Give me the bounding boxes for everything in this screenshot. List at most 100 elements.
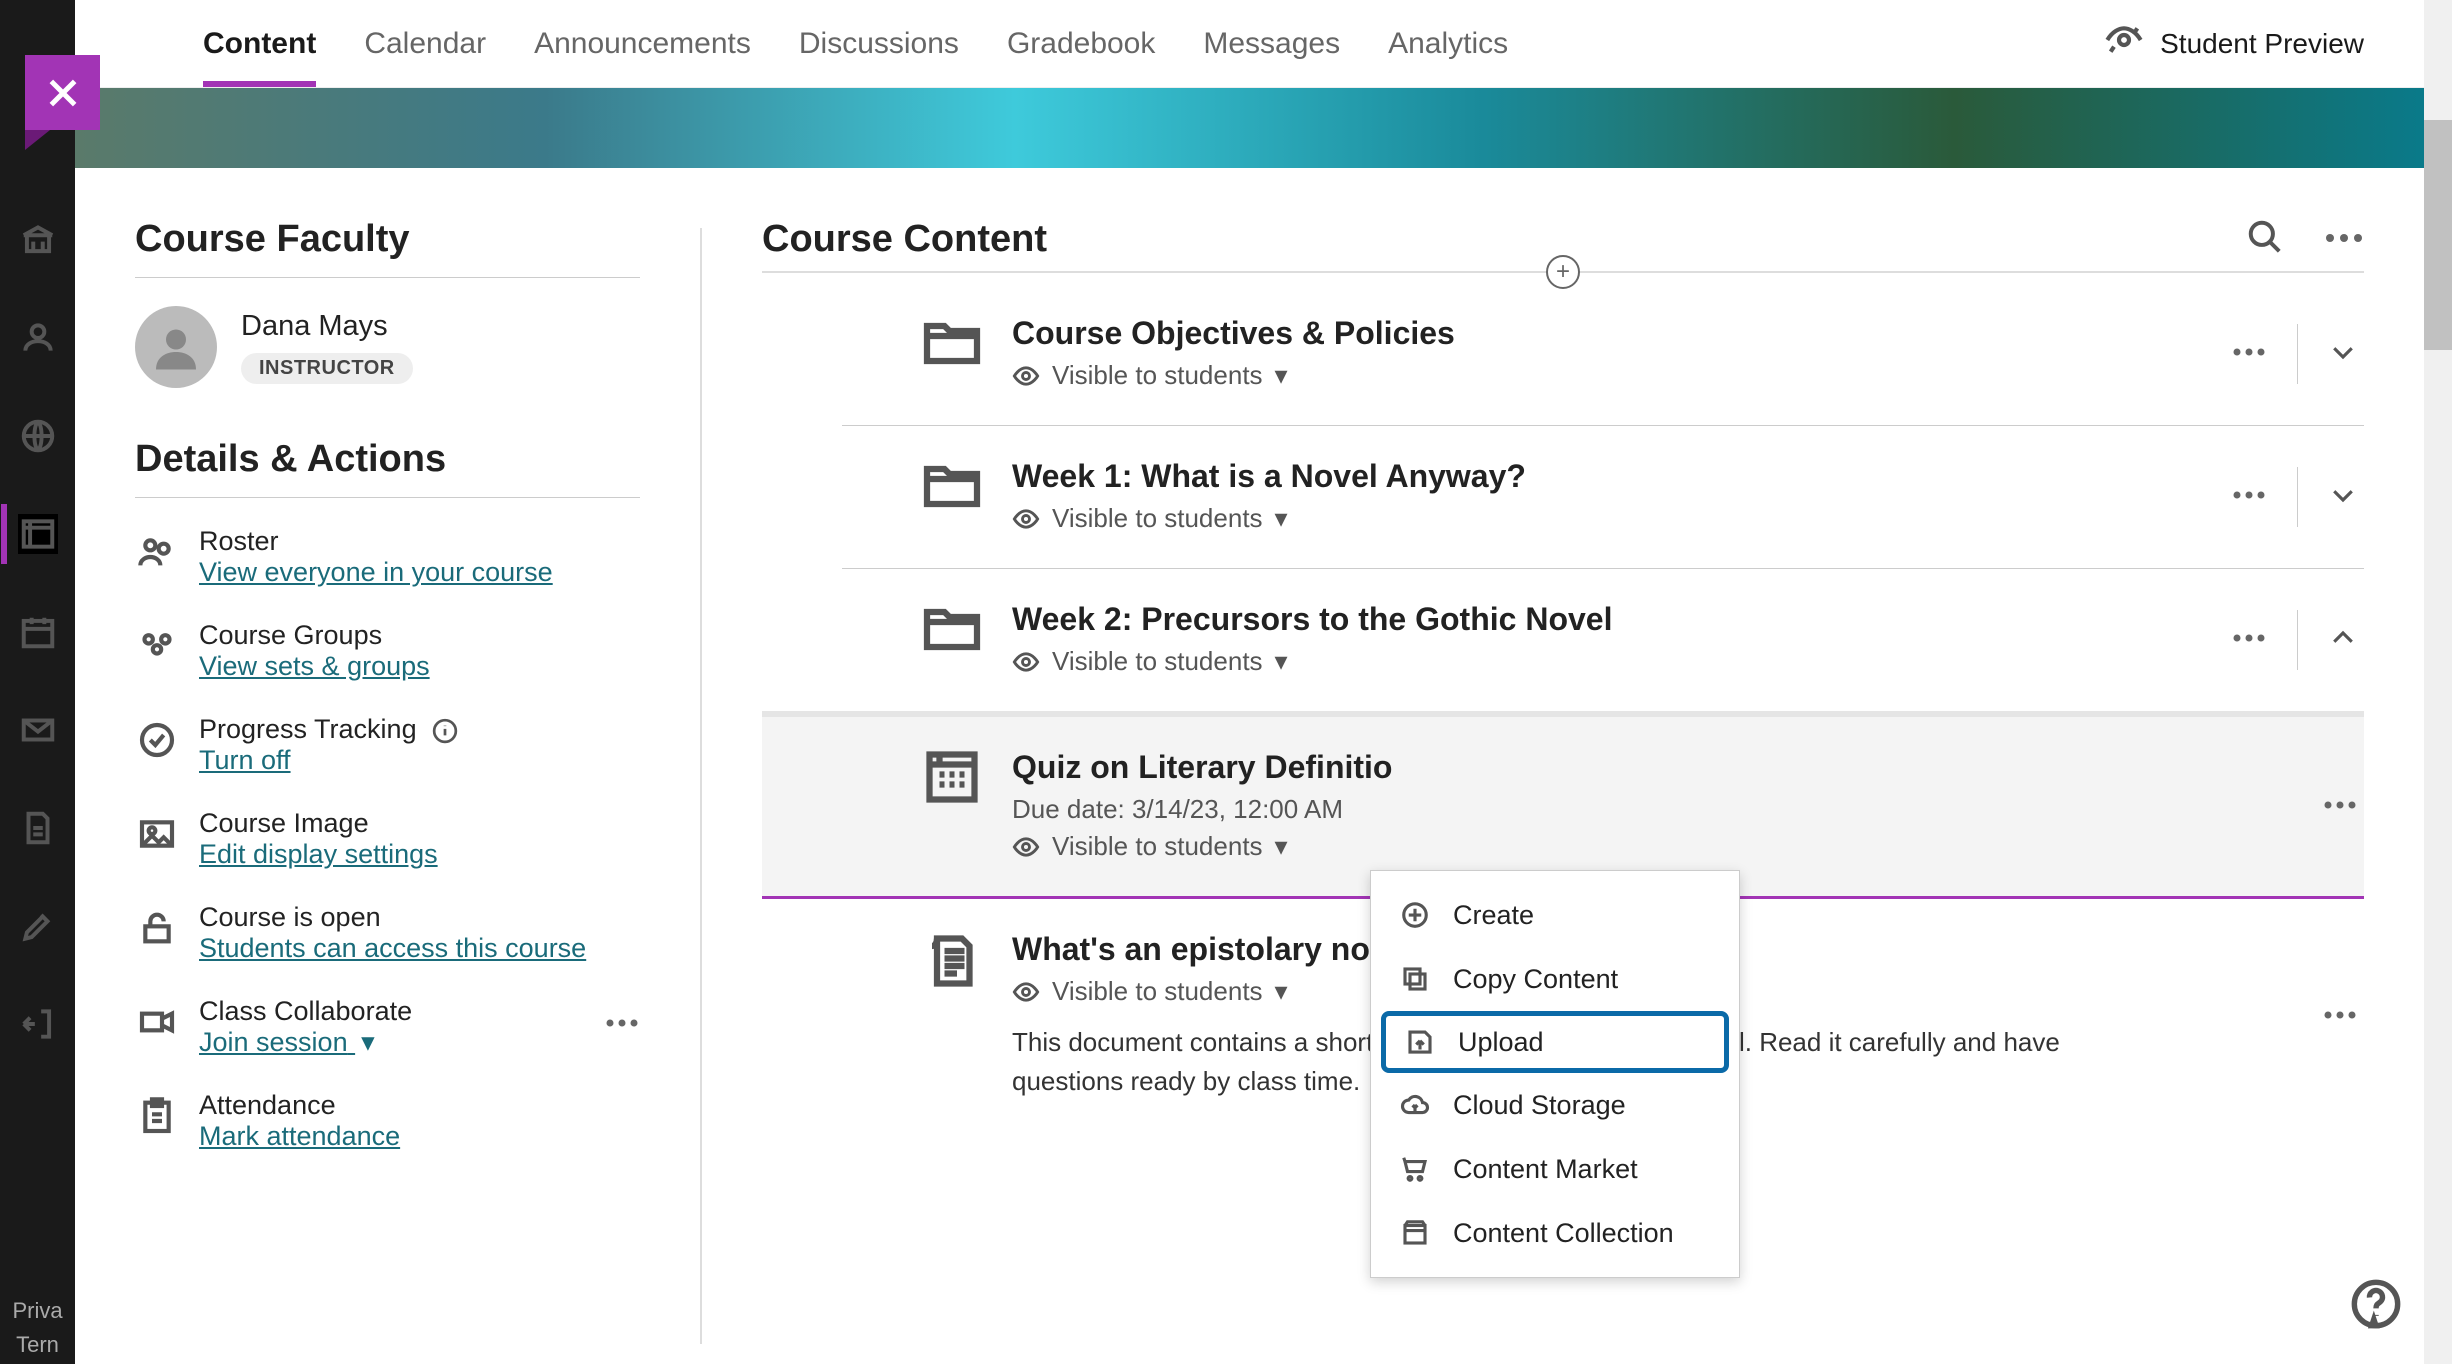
rail-label-2[interactable]: Tern	[0, 1332, 75, 1358]
details-heading: Details & Actions	[135, 438, 640, 498]
visibility-toggle[interactable]: Visible to students ▾	[1012, 831, 1392, 862]
item-more-button[interactable]	[2231, 345, 2267, 363]
edit-icon[interactable]	[18, 906, 58, 946]
calendar-icon[interactable]	[18, 612, 58, 652]
attendance-link[interactable]: Mark attendance	[199, 1121, 400, 1151]
close-button[interactable]	[25, 55, 100, 130]
visibility-toggle[interactable]: Visible to students ▾	[1012, 360, 1455, 391]
help-button[interactable]	[2350, 1278, 2402, 1330]
groups-link[interactable]: View sets & groups	[199, 651, 430, 681]
faculty-name: Dana Mays	[241, 310, 413, 343]
content-folder-expanded[interactable]: Week 2: Precursors to the Gothic Novel V…	[842, 569, 2364, 711]
open-title: Course is open	[199, 902, 586, 933]
caret-down-icon: ▾	[1275, 976, 1288, 1007]
tab-announcements[interactable]: Announcements	[534, 3, 751, 85]
caret-down-icon: ▾	[361, 1027, 375, 1058]
action-progress: Progress Tracking Turn off	[135, 714, 640, 776]
menu-market[interactable]: Content Market	[1371, 1137, 1739, 1201]
collab-link-text: Join session	[199, 1027, 348, 1057]
close-decor	[25, 130, 50, 150]
institution-icon[interactable]	[18, 220, 58, 260]
clipboard-icon	[135, 1094, 179, 1138]
chevron-down-icon[interactable]	[2328, 337, 2358, 372]
add-divider: +	[762, 271, 2364, 273]
menu-label: Upload	[1458, 1027, 1544, 1058]
content-folder[interactable]: Course Objectives & Policies Visible to …	[842, 283, 2364, 426]
visibility-label: Visible to students	[1052, 646, 1263, 677]
item-more-button[interactable]	[2231, 631, 2267, 649]
action-roster: Roster View everyone in your course	[135, 526, 640, 588]
menu-label: Content Market	[1453, 1154, 1638, 1185]
faculty-heading: Course Faculty	[135, 218, 640, 278]
action-attendance: Attendance Mark attendance	[135, 1090, 640, 1152]
more-icon[interactable]	[2324, 231, 2364, 249]
tab-discussions[interactable]: Discussions	[799, 3, 959, 85]
item-title: Quiz on Literary Definitio	[1012, 749, 1392, 786]
menu-collection[interactable]: Content Collection	[1371, 1201, 1739, 1265]
student-preview-button[interactable]: Student Preview	[2104, 20, 2364, 67]
menu-upload[interactable]: Upload	[1381, 1011, 1729, 1073]
roster-link[interactable]: View everyone in your course	[199, 557, 553, 587]
progress-title-text: Progress Tracking	[199, 714, 417, 744]
student-preview-label: Student Preview	[2160, 28, 2364, 60]
item-more-button[interactable]	[2322, 1008, 2358, 1026]
search-icon[interactable]	[2246, 218, 2284, 261]
profile-icon[interactable]	[18, 318, 58, 358]
sidebar: Course Faculty Dana Mays INSTRUCTOR Deta…	[75, 168, 700, 1364]
content-folder[interactable]: Week 1: What is a Novel Anyway? Visible …	[842, 426, 2364, 569]
item-more-button[interactable]	[2322, 798, 2358, 816]
item-more-button[interactable]	[2231, 488, 2267, 506]
menu-create[interactable]: Create	[1371, 883, 1739, 947]
separator	[2297, 467, 2298, 527]
content-quiz[interactable]: Quiz on Literary Definitio Due date: 3/1…	[762, 711, 2364, 896]
upload-icon	[1404, 1026, 1436, 1058]
menu-copy[interactable]: Copy Content	[1371, 947, 1739, 1011]
page-icon	[922, 931, 982, 983]
collab-more-button[interactable]	[604, 1016, 640, 1034]
folder-icon	[922, 458, 982, 510]
menu-cloud[interactable]: Cloud Storage	[1371, 1073, 1739, 1137]
tab-analytics[interactable]: Analytics	[1388, 3, 1508, 85]
progress-title: Progress Tracking	[199, 714, 458, 745]
scrollbar-thumb[interactable]	[2424, 120, 2452, 350]
caret-down-icon: ▾	[1275, 646, 1288, 677]
chevron-down-icon[interactable]	[2328, 480, 2358, 515]
tab-calendar[interactable]: Calendar	[364, 3, 486, 85]
collab-link[interactable]: Join session ▾	[199, 1027, 375, 1057]
document-icon[interactable]	[18, 808, 58, 848]
signout-icon[interactable]	[18, 1004, 58, 1044]
mail-icon[interactable]	[18, 710, 58, 750]
info-icon[interactable]	[432, 718, 458, 744]
folder-icon	[922, 315, 982, 367]
visibility-toggle[interactable]: Visible to students ▾	[1012, 503, 1526, 534]
open-link[interactable]: Students can access this course	[199, 933, 586, 963]
caret-down-icon: ▾	[1275, 503, 1288, 534]
separator	[2297, 324, 2298, 384]
image-link[interactable]: Edit display settings	[199, 839, 438, 869]
item-title: Week 1: What is a Novel Anyway?	[1012, 458, 1526, 495]
tab-content[interactable]: Content	[203, 3, 316, 85]
action-image: Course Image Edit display settings	[135, 808, 640, 870]
visibility-label: Visible to students	[1052, 360, 1263, 391]
visibility-toggle[interactable]: Visible to students ▾	[1012, 646, 1612, 677]
add-content-menu: Create Copy Content Upload Cloud Storage…	[1370, 870, 1740, 1278]
roster-icon	[135, 530, 179, 574]
faculty-row: Dana Mays INSTRUCTOR	[135, 306, 640, 388]
courses-icon[interactable]	[18, 514, 58, 554]
tab-gradebook[interactable]: Gradebook	[1007, 3, 1155, 85]
separator	[2297, 610, 2298, 670]
action-open: Course is open Students can access this …	[135, 902, 640, 964]
rail-label-1[interactable]: Priva	[0, 1298, 75, 1324]
roster-title: Roster	[199, 526, 553, 557]
plus-circle-icon	[1399, 899, 1431, 931]
globe-icon[interactable]	[18, 416, 58, 456]
tab-messages[interactable]: Messages	[1203, 3, 1340, 85]
quiz-icon	[922, 749, 982, 801]
faculty-role-badge: INSTRUCTOR	[241, 353, 413, 384]
collab-title: Class Collaborate	[199, 996, 412, 1027]
cart-icon	[1399, 1153, 1431, 1185]
groups-icon	[135, 624, 179, 668]
chevron-up-icon[interactable]	[2328, 623, 2358, 658]
visibility-label: Visible to students	[1052, 831, 1263, 862]
progress-link[interactable]: Turn off	[199, 745, 291, 775]
